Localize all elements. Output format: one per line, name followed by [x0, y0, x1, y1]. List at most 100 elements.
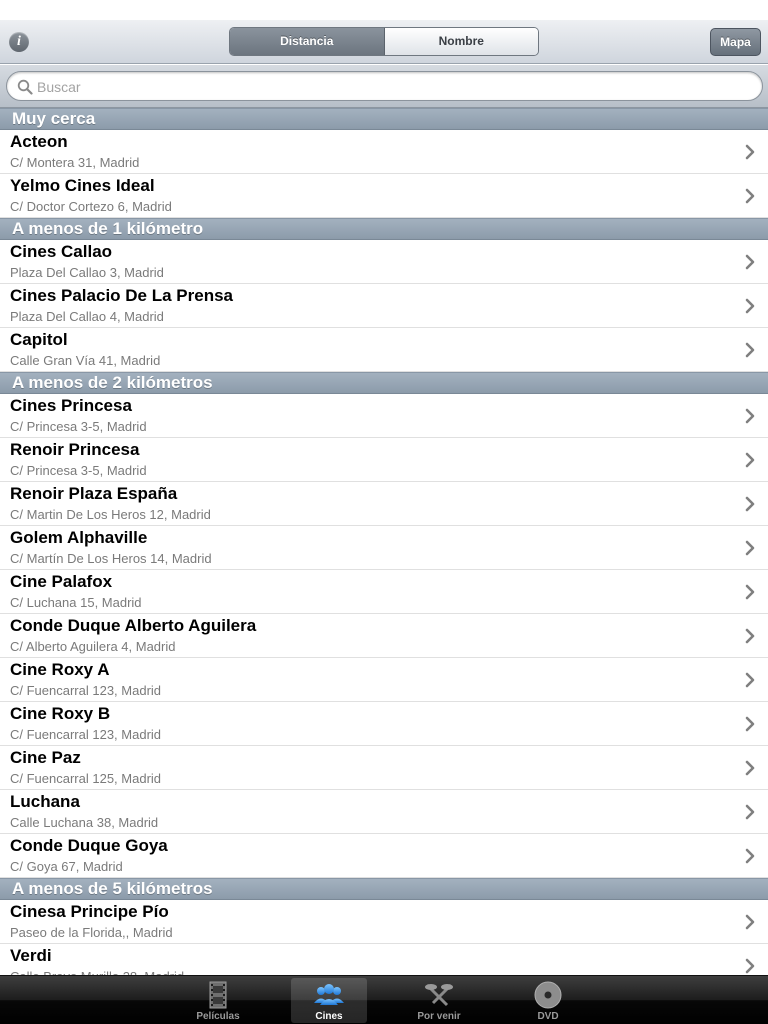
cinema-name: Cines Callao	[10, 242, 113, 261]
cinema-address: Paseo de la Florida,, Madrid	[10, 925, 173, 940]
cinema-name: Cines Palacio De La Prensa	[10, 286, 233, 305]
cinema-address: C/ Princesa 3-5, Madrid	[10, 463, 147, 478]
cinema-name: Renoir Princesa	[10, 440, 140, 459]
cinema-name: Cines Princesa	[10, 396, 132, 415]
disc-icon	[534, 981, 562, 1009]
cinema-name: Cinesa Principe Pío	[10, 902, 169, 921]
section-header: A menos de 2 kilómetros	[0, 372, 768, 394]
cinema-row[interactable]: Renoir Plaza España C/ Martin De Los Hero…	[0, 482, 768, 526]
section-header: Muy cerca	[0, 108, 768, 130]
cinema-address: Plaza Del Callao 3, Madrid	[10, 265, 164, 280]
cinema-address: C/ Fuencarral 123, Madrid	[10, 727, 162, 742]
cinema-name: Conde Duque Goya	[10, 836, 168, 855]
cinema-address: C/ Doctor Cortezo 6, Madrid	[10, 199, 172, 214]
section-header: A menos de 1 kilómetro	[0, 218, 768, 240]
cinema-name: Yelmo Cines Ideal	[10, 176, 155, 195]
cinema-row[interactable]: Cine Roxy B C/ Fuencarral 123, Madrid	[0, 702, 768, 746]
cinema-row[interactable]: Conde Duque Goya C/ Goya 67, Madrid	[0, 834, 768, 878]
cinema-address: C/ Princesa 3-5, Madrid	[10, 419, 147, 434]
cinema-row[interactable]: Cine Roxy A C/ Fuencarral 123, Madrid	[0, 658, 768, 702]
cinema-row[interactable]: VerdiCalle Bravo Murillo 28, Madrid	[0, 944, 768, 975]
cinema-row[interactable]: Cinesa Principe Pío Paseo de la Florida,,…	[0, 900, 768, 944]
chevron-right-icon	[745, 672, 755, 688]
map-button[interactable]: Mapa	[710, 28, 761, 56]
cinema-name: Acteon	[10, 132, 68, 151]
chevron-right-icon	[745, 540, 755, 556]
cinema-address: Calle Luchana 38, Madrid	[10, 815, 159, 830]
search-input[interactable]	[37, 76, 737, 97]
cinema-row[interactable]: Cines Palacio De La Prensa Plaza Del Call…	[0, 284, 768, 328]
search-icon	[17, 79, 33, 95]
navigation-bar: i Distancia Nombre Mapa	[0, 20, 768, 64]
segment-distancia[interactable]: Distancia	[230, 28, 385, 55]
cinema-row[interactable]: Capitol Calle Gran Vía 41, Madrid	[0, 328, 768, 372]
search-bar	[0, 65, 768, 108]
tab-label: Cines	[315, 1011, 343, 1022]
chevron-right-icon	[745, 496, 755, 512]
cinema-row[interactable]: Conde Duque Alberto Aguilera C/ Alberto A…	[0, 614, 768, 658]
cinema-row[interactable]: Renoir Princesa C/ Princesa 3-5, Madrid	[0, 438, 768, 482]
cinema-address: C/ Alberto Aguilera 4, Madrid	[10, 639, 176, 654]
tab-label: DVD	[537, 1011, 559, 1022]
cinema-address: C/ Fuencarral 125, Madrid	[10, 771, 162, 786]
cinema-name: Renoir Plaza España	[10, 484, 178, 503]
cinema-name: Cine Roxy B	[10, 704, 111, 723]
tab-label: Películas	[196, 1011, 240, 1022]
sort-segmented-control: Distancia Nombre	[229, 27, 539, 56]
status-bar	[0, 0, 768, 20]
cinema-name: Cine Roxy A	[10, 660, 110, 679]
info-button[interactable]: i	[9, 32, 29, 52]
chevron-right-icon	[745, 958, 755, 974]
cinema-row[interactable]: Cines Callao Plaza Del Callao 3, Madrid	[0, 240, 768, 284]
tab-dvd[interactable]: DVD	[510, 978, 586, 1023]
cinema-list[interactable]: Muy cerca Acteon C/ Montera 31, Madrid Yelm…	[0, 108, 768, 975]
chevron-right-icon	[745, 584, 755, 600]
cinema-address: C/ Luchana 15, Madrid	[10, 595, 142, 610]
cinema-address: C/ Montera 31, Madrid	[10, 155, 140, 170]
cinema-name: Cine Paz	[10, 748, 81, 767]
cinema-name: Verdi	[10, 946, 52, 965]
cinema-row[interactable]: Golem Alphaville C/ Martín De Los Heros 1…	[0, 526, 768, 570]
chevron-right-icon	[745, 628, 755, 644]
cinema-name: Luchana	[10, 792, 80, 811]
cinema-row[interactable]: Cine Palafox C/ Luchana 15, Madrid	[0, 570, 768, 614]
chevron-right-icon	[745, 452, 755, 468]
chevron-right-icon	[745, 298, 755, 314]
tab-por-venir[interactable]: Por venir	[401, 978, 477, 1023]
section-header: A menos de 5 kilómetros	[0, 878, 768, 900]
cinema-address: Calle Gran Vía 41, Madrid	[10, 353, 161, 368]
search-field[interactable]	[6, 71, 763, 101]
film-icon	[209, 981, 227, 1009]
segment-nombre[interactable]: Nombre	[384, 28, 538, 55]
cinema-row[interactable]: Luchana Calle Luchana 38, Madrid	[0, 790, 768, 834]
chevron-right-icon	[745, 914, 755, 930]
chevron-right-icon	[745, 848, 755, 864]
cinema-row[interactable]: Cine Paz C/ Fuencarral 125, Madrid	[0, 746, 768, 790]
cinema-address: C/ Goya 67, Madrid	[10, 859, 123, 874]
cinema-address: C/ Martin De Los Heros 12, Madrid	[10, 507, 211, 522]
cinema-address: C/ Martín De Los Heros 14, Madrid	[10, 551, 212, 566]
chevron-right-icon	[745, 804, 755, 820]
cinema-row[interactable]: Acteon C/ Montera 31, Madrid	[0, 130, 768, 174]
cinema-name: Cine Palafox	[10, 572, 113, 591]
chevron-right-icon	[745, 408, 755, 424]
clapper-icon	[425, 983, 453, 1007]
chevron-right-icon	[745, 254, 755, 270]
chevron-right-icon	[745, 760, 755, 776]
tab-bar: Películas Cines Por venir DVD	[0, 975, 768, 1024]
cinema-address: Plaza Del Callao 4, Madrid	[10, 309, 164, 324]
cinema-name: Capitol	[10, 330, 68, 349]
tab-peliculas[interactable]: Películas	[180, 978, 256, 1023]
cinema-name: Golem Alphaville	[10, 528, 148, 547]
chevron-right-icon	[745, 716, 755, 732]
cinema-name: Conde Duque Alberto Aguilera	[10, 616, 257, 635]
cinema-row[interactable]: Cines Princesa C/ Princesa 3-5, Madrid	[0, 394, 768, 438]
cinema-address: C/ Fuencarral 123, Madrid	[10, 683, 162, 698]
tab-cines[interactable]: Cines	[291, 978, 367, 1023]
chevron-right-icon	[745, 188, 755, 204]
people-icon	[314, 984, 344, 1005]
cinema-row[interactable]: Yelmo Cines Ideal C/ Doctor Cortezo 6, Ma…	[0, 174, 768, 218]
chevron-right-icon	[745, 144, 755, 160]
chevron-right-icon	[745, 342, 755, 358]
tab-label: Por venir	[417, 1011, 461, 1022]
